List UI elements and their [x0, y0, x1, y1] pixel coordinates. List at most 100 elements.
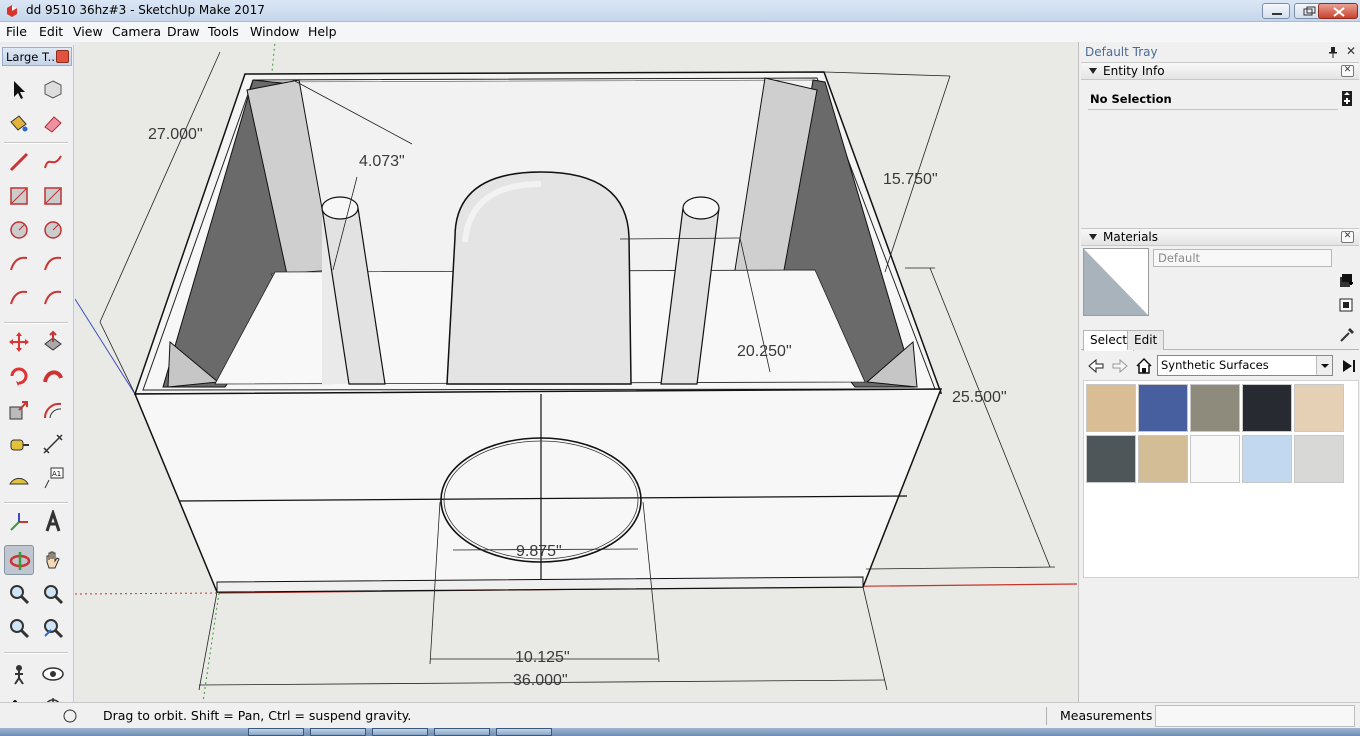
- materials-close-icon[interactable]: ✕: [1341, 231, 1354, 243]
- material-swatch[interactable]: [1086, 384, 1136, 432]
- taskbar-item[interactable]: [496, 728, 552, 736]
- pin-icon[interactable]: [1328, 46, 1338, 58]
- material-swatch[interactable]: [1242, 384, 1292, 432]
- material-name-field[interactable]: Default: [1153, 249, 1332, 267]
- axes-tool-button[interactable]: [4, 507, 34, 537]
- create-material-icon[interactable]: [1337, 272, 1355, 290]
- two-point-arc-tool-button[interactable]: [38, 249, 68, 279]
- eyedropper-icon[interactable]: [1338, 326, 1356, 344]
- menu-window[interactable]: Window: [250, 24, 299, 39]
- taskbar-item[interactable]: [248, 728, 304, 736]
- rectangle-tool-button[interactable]: [4, 181, 34, 211]
- minimize-button[interactable]: [1262, 3, 1290, 19]
- status-info-icon[interactable]: [62, 708, 78, 724]
- push-pull-tool-button[interactable]: [38, 327, 68, 357]
- paint-bucket-tool-button[interactable]: [4, 109, 34, 139]
- menu-camera[interactable]: Camera: [112, 24, 161, 39]
- svg-text:A1: A1: [52, 470, 61, 478]
- follow-me-tool-button[interactable]: [38, 361, 68, 391]
- menu-help[interactable]: Help: [308, 24, 337, 39]
- material-library-dropdown[interactable]: Synthetic Surfaces: [1157, 355, 1333, 376]
- material-swatch[interactable]: [1138, 384, 1188, 432]
- arc-tool-button[interactable]: [4, 249, 34, 279]
- look-around-tool-icon: [42, 667, 64, 681]
- dimension-label[interactable]: 4.073": [359, 153, 405, 171]
- protractor-tool-button[interactable]: [4, 463, 34, 493]
- menu-tools[interactable]: Tools: [208, 24, 239, 39]
- rotate-tool-button[interactable]: [4, 361, 34, 391]
- freehand-tool-button[interactable]: [38, 147, 68, 177]
- position-camera-tool-button[interactable]: [4, 659, 34, 689]
- material-swatch[interactable]: [1242, 435, 1292, 483]
- dimension-label[interactable]: 20.250": [737, 343, 792, 361]
- measurements-input[interactable]: [1155, 705, 1355, 727]
- eraser-tool-button[interactable]: [38, 109, 68, 139]
- zoom-window-tool-icon: [44, 585, 64, 605]
- toolbar-header[interactable]: Large T...: [2, 47, 72, 66]
- menu-edit[interactable]: Edit: [39, 24, 63, 39]
- orbit-tool-button[interactable]: [4, 545, 34, 575]
- current-material-swatch[interactable]: [1083, 248, 1149, 316]
- text-tool-button[interactable]: A1: [38, 463, 68, 493]
- select-tool-button[interactable]: [4, 75, 34, 105]
- tray-close-button[interactable]: ✕: [1346, 44, 1356, 58]
- home-icon[interactable]: [1135, 357, 1153, 375]
- pie-tool-button[interactable]: [38, 283, 68, 313]
- circle-tool-button[interactable]: [4, 215, 34, 245]
- dimension-label[interactable]: 9.875": [516, 543, 562, 561]
- menu-file[interactable]: File: [6, 24, 27, 39]
- move-tool-button[interactable]: [4, 327, 34, 357]
- dimension-label[interactable]: 25.500": [952, 389, 1007, 407]
- back-arrow-icon[interactable]: [1087, 357, 1105, 375]
- drawing-viewport[interactable]: 27.000" 4.073" 15.750" 20.250" 25.500" 9…: [75, 42, 1077, 702]
- line-tool-button[interactable]: [4, 147, 34, 177]
- details-arrow-icon[interactable]: [1339, 357, 1357, 375]
- component-tool-button[interactable]: [38, 75, 68, 105]
- three-point-arc-tool-button[interactable]: [4, 283, 34, 313]
- dimension-tool-button[interactable]: [38, 429, 68, 459]
- taskbar-item[interactable]: [372, 728, 428, 736]
- menu-draw[interactable]: Draw: [167, 24, 200, 39]
- sample-paint-toggle-icon[interactable]: [1337, 296, 1355, 314]
- material-swatch[interactable]: [1294, 384, 1344, 432]
- expand-details-icon[interactable]: [1341, 90, 1353, 107]
- tab-edit[interactable]: Edit: [1127, 330, 1165, 350]
- dimension-label[interactable]: 15.750": [883, 171, 938, 189]
- dimension-label[interactable]: 36.000": [513, 672, 568, 690]
- polygon-tool-button[interactable]: [38, 215, 68, 245]
- zoom-window-tool-button[interactable]: [38, 579, 68, 609]
- material-swatch[interactable]: [1294, 435, 1344, 483]
- chevron-down-icon: [1316, 356, 1332, 375]
- material-swatch[interactable]: [1190, 384, 1240, 432]
- materials-header[interactable]: Materials ✕: [1081, 228, 1359, 246]
- entity-info-header[interactable]: Entity Info ✕: [1081, 62, 1359, 80]
- taskbar-item[interactable]: [310, 728, 366, 736]
- entity-info-close-icon[interactable]: ✕: [1341, 65, 1354, 77]
- pan-tool-button[interactable]: [38, 545, 68, 575]
- scale-tool-button[interactable]: [4, 395, 34, 425]
- status-bar: Drag to orbit. Shift = Pan, Ctrl = suspe…: [0, 702, 1360, 728]
- subwoofer-box-model: [75, 42, 1077, 702]
- dimension-label[interactable]: 27.000": [148, 126, 203, 144]
- toolbar-separator: [4, 652, 68, 654]
- rotated-rectangle-tool-button[interactable]: [38, 181, 68, 211]
- material-swatch[interactable]: [1138, 435, 1188, 483]
- taskbar-item[interactable]: [434, 728, 490, 736]
- component-tool-icon: [44, 80, 62, 99]
- zoom-tool-button[interactable]: [4, 579, 34, 609]
- material-swatch[interactable]: [1190, 435, 1240, 483]
- previous-view-tool-button[interactable]: [38, 613, 68, 643]
- 3d-text-tool-icon: [45, 510, 61, 532]
- material-swatch[interactable]: [1086, 435, 1136, 483]
- menu-view[interactable]: View: [73, 24, 103, 39]
- zoom-extents-tool-button[interactable]: [4, 613, 34, 643]
- tape-measure-tool-button[interactable]: [4, 429, 34, 459]
- toolbar-close-button[interactable]: [56, 50, 69, 63]
- forward-arrow-icon[interactable]: [1111, 357, 1129, 375]
- default-tray: Default Tray ✕ Entity Info ✕ No Selectio…: [1078, 42, 1360, 702]
- look-around-tool-button[interactable]: [38, 659, 68, 689]
- dimension-label[interactable]: 10.125": [515, 649, 570, 667]
- close-button[interactable]: [1318, 3, 1358, 19]
- offset-tool-button[interactable]: [38, 395, 68, 425]
- 3d-text-tool-button[interactable]: [38, 507, 68, 537]
